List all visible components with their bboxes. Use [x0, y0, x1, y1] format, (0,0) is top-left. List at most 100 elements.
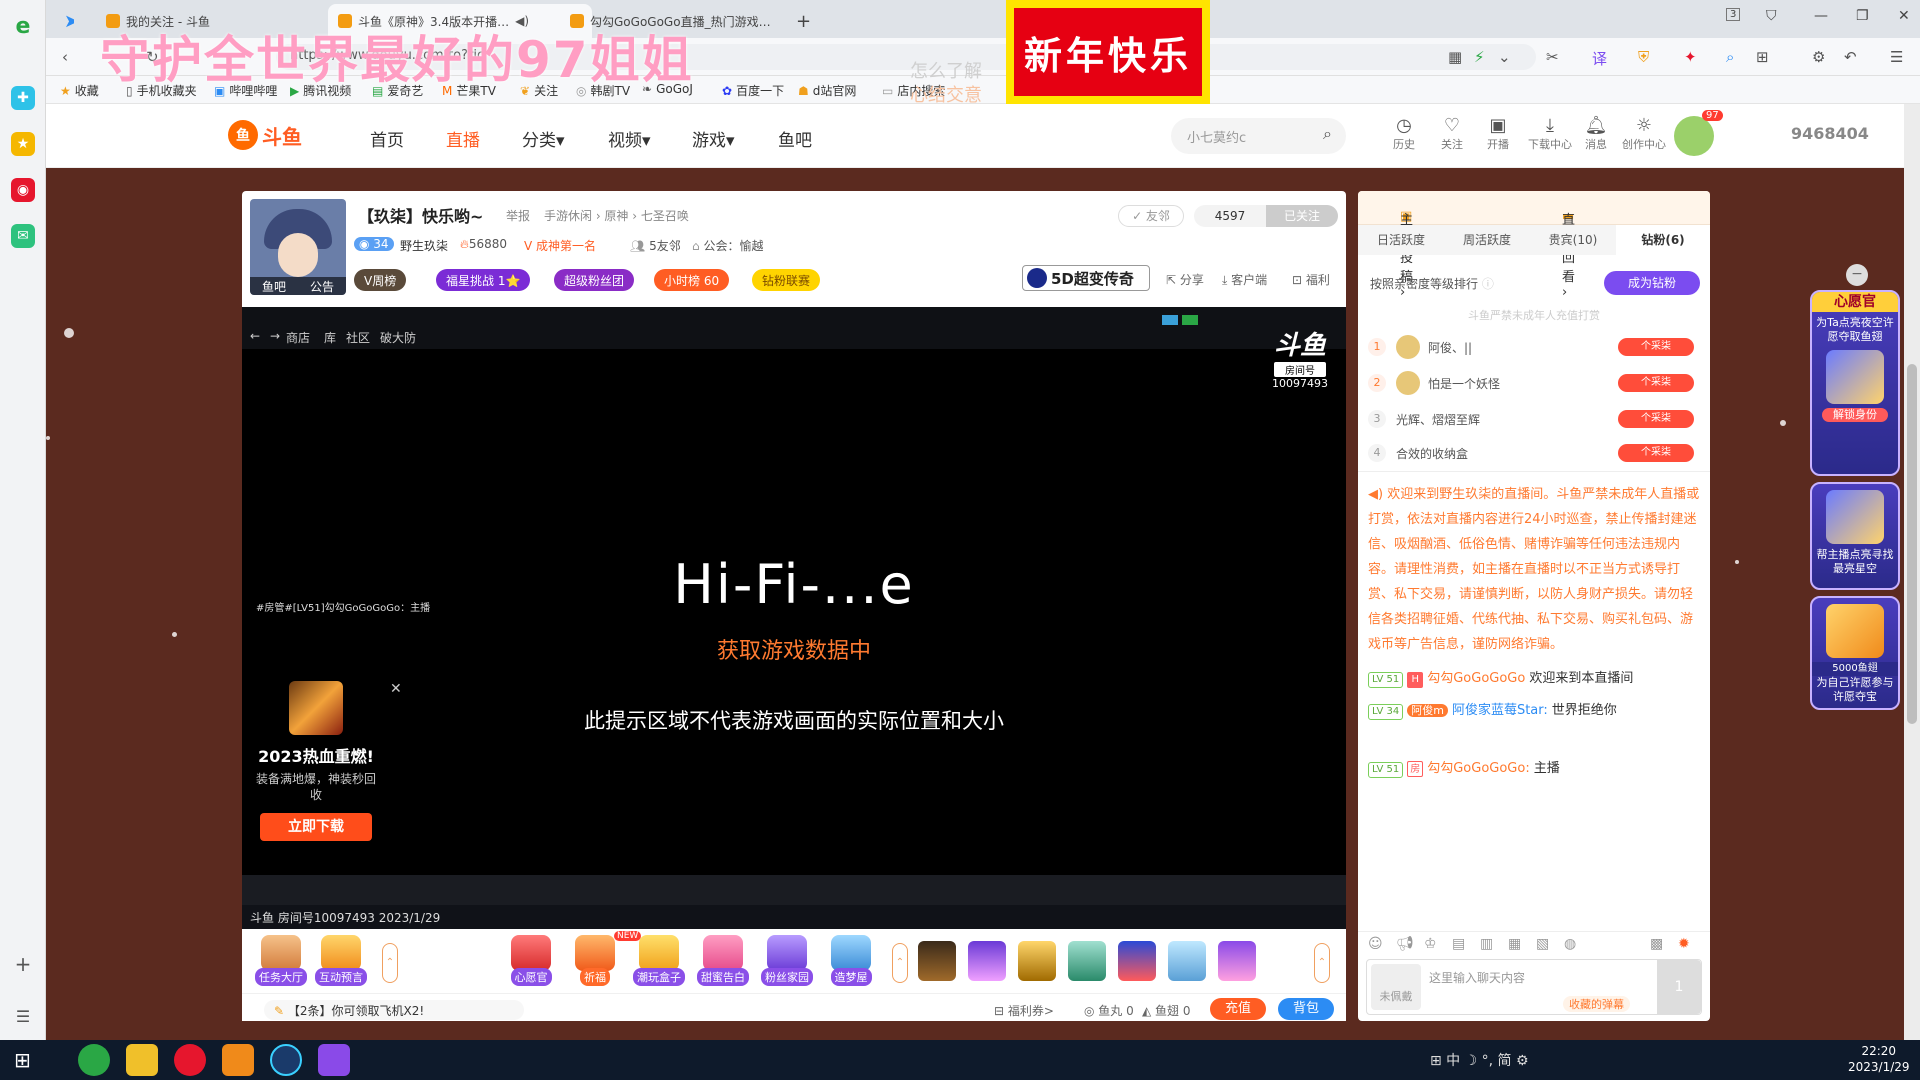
rank-row[interactable]: 4 合效的收纳盒 个采柒 [1368, 439, 1702, 467]
gift-item[interactable] [1168, 941, 1206, 981]
expand-chevron[interactable]: ⌃ [892, 943, 908, 983]
welfare-button[interactable]: ⊡ 福利 [1292, 271, 1330, 288]
gift-item[interactable] [1218, 941, 1256, 981]
backpack-button[interactable]: 背包 [1278, 998, 1334, 1020]
game-menu-library[interactable]: 库 [324, 329, 336, 346]
send-button[interactable]: 1 [1657, 960, 1701, 1014]
list-icon[interactable]: ☰ [11, 1004, 35, 1028]
claim-notice[interactable]: ✎ 【2条】你可领取飞机X2! [264, 1000, 524, 1020]
browser-app-icon[interactable] [78, 1044, 110, 1076]
game-app-icon[interactable] [222, 1044, 254, 1076]
promo-5d-badge[interactable]: 5D超变传奇 [1022, 265, 1150, 291]
wish-promo[interactable]: 心愿官 为Ta点亮夜空许愿夺取鱼翅 解锁身份 [1810, 290, 1900, 476]
bolt-icon[interactable]: ⚡ [1474, 48, 1485, 66]
notice-link[interactable]: 公告 [310, 278, 334, 295]
shirt-icon[interactable]: ⛉ [1766, 8, 1777, 24]
chevron-down-icon[interactable]: ⌄ [1498, 48, 1511, 66]
dream-house-button[interactable]: 造梦屋 [822, 935, 880, 986]
megaphone-icon[interactable]: 📢︎ [1396, 936, 1414, 952]
room-breadcrumb[interactable]: 手游休闲 › 原神 › 七圣召唤 [544, 207, 689, 224]
owl-app-icon[interactable] [126, 1044, 158, 1076]
nav-yuba[interactable]: 鱼吧 [778, 126, 812, 151]
creator-button[interactable]: ☼ 创作中心 [1618, 116, 1670, 152]
nav-games[interactable]: 游戏▾ [692, 126, 735, 151]
tool-icon[interactable]: ▦ [1508, 936, 1521, 952]
become-fan-button[interactable]: 成为钻粉 [1604, 271, 1700, 295]
rank-row[interactable]: 3 光辉、熠熠至辉 个采柒 [1368, 405, 1702, 433]
nav-category[interactable]: 分类▾ [522, 126, 565, 151]
video-player[interactable]: ← → 商店 库 社区 破大防 斗鱼 房间号 10097493 #房管#[LV51]… [242, 307, 1346, 929]
crown-icon[interactable]: ♔ [1424, 936, 1437, 952]
tab-vip[interactable]: 贵宾(10) [1530, 225, 1616, 255]
start-live-button[interactable]: ▣ 开播 [1478, 116, 1518, 152]
grid-icon[interactable]: ▦ [1448, 48, 1462, 66]
undo-icon[interactable]: ↶ [1844, 48, 1857, 66]
trendy-box-button[interactable]: 潮玩盒子 [630, 935, 688, 986]
coupon-link[interactable]: ⊟ 福利券> [994, 1002, 1054, 1019]
gift-item[interactable] [1118, 941, 1156, 981]
nav-video[interactable]: 视频▾ [608, 126, 651, 151]
yuba-link[interactable]: 鱼吧 [262, 278, 286, 295]
system-clock[interactable]: 22:20 2023/1/29 [1848, 1043, 1910, 1075]
favorites-icon[interactable]: ★ [11, 132, 35, 156]
followed-button[interactable]: 已关注 [1266, 205, 1338, 227]
expand-chevron[interactable]: ⌃ [382, 943, 398, 983]
bookmark-item[interactable]: ★ 收藏 [60, 82, 99, 99]
game-ext-icon[interactable]: ✦ [1684, 48, 1697, 66]
client-button[interactable]: ⤓ 客户端 [1222, 271, 1267, 288]
nav-home[interactable]: 首页 [370, 126, 404, 151]
page-scrollbar[interactable] [1904, 104, 1920, 1040]
game-ad-card[interactable]: 2023热血重燃! 装备满地爆，神装秒回收 立即下载 [252, 681, 380, 851]
unworn-badge[interactable]: 未佩戴 [1371, 964, 1421, 1010]
follow-button[interactable]: ♡ 关注 [1432, 116, 1472, 152]
expand-chevron[interactable]: ⌃ [1314, 943, 1330, 983]
anchor-name[interactable]: 野生玖柒 [400, 237, 448, 254]
apps-icon[interactable]: ⊞ [1756, 48, 1769, 66]
close-window-icon[interactable]: ✕ [1898, 8, 1910, 24]
lucky-challenge-pill[interactable]: 福星挑战 1⭐ [436, 269, 531, 291]
recharge-button[interactable]: 充值 [1210, 998, 1266, 1020]
gift-item[interactable] [1068, 941, 1106, 981]
blessing-button[interactable]: 祈福 [566, 935, 624, 986]
fan-home-button[interactable]: 粉丝家园 [758, 935, 816, 986]
task-hall-button[interactable]: 任务大厅 [252, 935, 310, 986]
scissors-icon[interactable]: ✂ [1546, 48, 1559, 66]
user-avatar[interactable] [1674, 116, 1714, 156]
tool-icon[interactable]: ◍ [1564, 936, 1576, 952]
add-icon[interactable]: + [11, 952, 35, 976]
wish-treasure-promo[interactable]: 5000鱼翅 为自己许愿参与许愿夺宝 [1810, 596, 1900, 710]
chat-input[interactable] [1429, 968, 1629, 988]
emoji-icon[interactable]: ☺ [1368, 936, 1383, 952]
download-now-button[interactable]: 立即下载 [260, 813, 372, 841]
nav-live[interactable]: 直播 [446, 126, 480, 151]
douyu-logo[interactable]: 鱼斗鱼 [228, 118, 310, 152]
minimize-icon[interactable]: — [1814, 8, 1828, 24]
filter-icon[interactable]: ▩ [1650, 936, 1663, 952]
interactive-predict-button[interactable]: 互动预言 [312, 935, 370, 986]
menu-icon[interactable]: ☰ [1890, 48, 1903, 66]
tool-icon[interactable]: ▤ [1452, 936, 1465, 952]
mail-icon[interactable]: ✉ [11, 224, 35, 248]
game-menu-community[interactable]: 社区 [346, 329, 370, 346]
download-button[interactable]: ⤓ 下载中心 [1524, 116, 1576, 152]
tab-diamond-fans[interactable]: 钻粉(6) [1616, 225, 1710, 255]
wish-officer-button[interactable]: 心愿官 [502, 935, 560, 986]
translate-ext-icon[interactable]: 译 [1592, 48, 1607, 69]
translate-icon[interactable]: ✚ [11, 86, 35, 110]
share-button[interactable]: ⇱ 分享 [1166, 271, 1204, 288]
back-icon[interactable]: ← [250, 329, 260, 343]
weibo-icon[interactable]: ◉ [11, 178, 35, 202]
history-button[interactable]: ◷ 历史 [1384, 116, 1424, 152]
rank-row[interactable]: 2 怕是一个妖怪 个采柒 [1368, 369, 1702, 397]
guild-name[interactable]: ⌂ 公会：愉越 [692, 237, 763, 254]
settings-icon[interactable]: ⚙ [1812, 48, 1825, 66]
weekly-rank-pill[interactable]: V周榜 [354, 269, 407, 291]
gift-icon[interactable]: ✹ [1678, 936, 1690, 952]
forward-icon[interactable]: → [270, 329, 280, 343]
sweet-confession-button[interactable]: 甜蜜告白 [694, 935, 752, 986]
close-icon[interactable]: ✕ [390, 681, 402, 697]
search-icon[interactable]: ⌕ [1323, 124, 1332, 144]
steam-app-icon[interactable] [270, 1044, 302, 1076]
browser-logo-icon[interactable]: e [11, 14, 35, 39]
search-ext-icon[interactable]: ⌕ [1726, 48, 1734, 66]
